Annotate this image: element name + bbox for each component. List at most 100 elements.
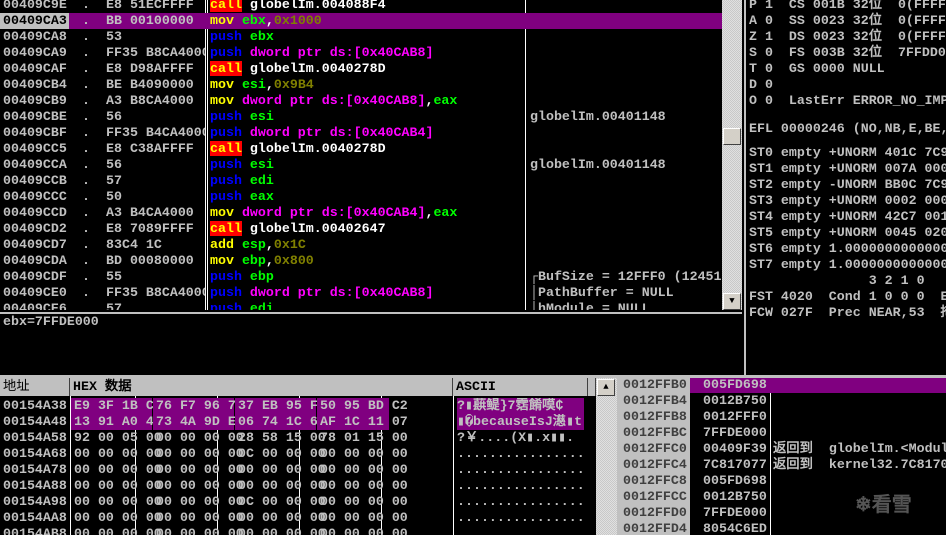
scrollbar-thumb[interactable] (723, 128, 741, 145)
dump-hex-group[interactable]: E9 3F 1B CB (71, 398, 162, 414)
dump-hex-group[interactable]: 50 95 BD C2 (317, 398, 408, 414)
dump-hex-group[interactable]: 00 00 00 00 (71, 494, 162, 510)
disasm-row[interactable]: 00409CC5. E8 C38AFFFF call globelIm.004027… (0, 141, 722, 157)
dump-hex-group[interactable]: 00 00 00 00 (235, 526, 326, 535)
register-line[interactable]: T 0 GS 0000 NULL (749, 61, 885, 77)
dump-hex-group[interactable]: 00 00 00 00 (153, 510, 244, 526)
dump-address[interactable]: 00154AA8 (3, 510, 67, 526)
dump-ascii[interactable]: ................ (457, 446, 584, 462)
disasm-row[interactable]: 00409CE0. FF35 B8CA4000 push dword ptr ds:… (0, 285, 722, 301)
dump-hex-group[interactable]: 00 00 00 00 (317, 478, 408, 494)
register-line[interactable]: O 0 LastErr ERROR_NO_IMPERSONATION_TOKEN (749, 93, 946, 109)
disasm-row[interactable]: 00409CA8. 53 push ebx (0, 29, 722, 45)
dump-hex-group[interactable]: 76 F7 96 7D (153, 398, 244, 414)
fpu-line[interactable]: ST3 empty +UNORM 0002 000 (749, 193, 946, 209)
stack-value[interactable]: 00409F39 (703, 441, 767, 457)
dump-hex-group[interactable]: 00 00 00 00 (153, 430, 244, 446)
disasm-scrollbar[interactable]: ▼ (722, 0, 742, 310)
stack-address[interactable]: 0012FFD4 (623, 521, 687, 535)
dump-hex-group[interactable]: 00 00 00 00 (71, 526, 162, 535)
register-line[interactable]: D 0 (749, 77, 773, 93)
disasm-row[interactable]: 00409CD2. E8 7089FFFF call globelIm.004026… (0, 221, 722, 237)
register-line[interactable]: P 1 CS 001B 32位 0(FFFFFFFF) (749, 0, 946, 13)
dump-hex-group[interactable]: 73 4A 9D EB (153, 414, 244, 430)
stack-value[interactable]: 7C817077 (703, 457, 767, 473)
stack-address[interactable]: 0012FFB8 (623, 409, 687, 425)
stack-value[interactable]: 7FFDE000 (703, 505, 767, 521)
stack-address[interactable]: 0012FFB4 (623, 393, 687, 409)
fpu-line[interactable]: ST1 empty +UNORM 007A 000 (749, 161, 946, 177)
disasm-row[interactable]: 00409CB4. BE B4090000 mov esi,0x9B4 (0, 77, 722, 93)
disasm-row[interactable]: 00409CCA. 56 push esi globelIm.00401148 (0, 157, 722, 173)
dump-hex-group[interactable]: 0C 00 00 00 (235, 494, 326, 510)
scroll-down-arrow-icon[interactable]: ▼ (723, 293, 741, 310)
fpu-line[interactable]: FCW 027F Prec NEAR,53 掩 (749, 305, 946, 321)
disasm-row[interactable]: 00409CB9. A3 B8CA4000 mov dword ptr ds:[0x… (0, 93, 722, 109)
stack-value[interactable]: 0012B750 (703, 393, 767, 409)
stack-address[interactable]: 0012FFBC (623, 425, 687, 441)
fpu-line[interactable]: ST4 empty +UNORM 42C7 001 (749, 209, 946, 225)
fpu-line[interactable]: ST2 empty -UNORM BB0C 7C9 (749, 177, 946, 193)
dump-ascii[interactable]: ▮�becauseIsJ濨▮t▮o?▮▮ (457, 414, 584, 430)
stack-value[interactable]: 7FFDE000 (703, 425, 767, 441)
stack-pane[interactable]: 0012FFB0 005FD698 0012FFB4 0012B750 0012FFB8… (617, 378, 946, 535)
stack-value[interactable]: 0012B750 (703, 489, 767, 505)
stack-address[interactable]: 0012FFCC (623, 489, 687, 505)
dump-ascii[interactable]: ................ (457, 510, 584, 526)
dump-address[interactable]: 00154A78 (3, 462, 67, 478)
register-line[interactable]: S 0 FS 003B 32位 7FFDD000(FFF) (749, 45, 946, 61)
dump-hex-group[interactable]: 00 00 00 00 (153, 494, 244, 510)
dump-address[interactable]: 00154A88 (3, 478, 67, 494)
disassembly-pane[interactable]: 00409C9E. E8 51ECFFFF call globelIm.004088… (0, 0, 722, 310)
dump-hex-group[interactable]: 00 00 00 00 (235, 478, 326, 494)
dump-hex-group[interactable]: 00 00 00 00 (317, 510, 408, 526)
dump-ascii[interactable]: ?▮蕻鳀}7霑餚嗼₵ (457, 398, 584, 414)
dump-header-ascii[interactable]: ASCII (453, 378, 588, 396)
fpu-line[interactable]: ST5 empty +UNORM 0045 020 (749, 225, 946, 241)
dump-hex-group[interactable]: 0C 00 00 00 (235, 446, 326, 462)
dump-ascii[interactable]: ?￥....(X▮.x▮▮. (457, 430, 584, 446)
dump-hex-group[interactable]: 00 00 00 00 (317, 462, 408, 478)
disasm-row[interactable]: 00409CBF. FF35 B4CA4000 push dword ptr ds:… (0, 125, 722, 141)
dump-hex-group[interactable]: 00 00 00 00 (317, 446, 408, 462)
dump-hex-group[interactable]: 92 00 05 00 (71, 430, 162, 446)
dump-hex-group[interactable]: 00 00 00 00 (235, 462, 326, 478)
disasm-row[interactable]: 00409CCB. 57 push edi (0, 173, 722, 189)
disasm-row[interactable]: 00409CCC. 50 push eax (0, 189, 722, 205)
dump-address[interactable]: 00154AB8 (3, 526, 67, 535)
fpu-line[interactable]: ST7 empty 1.0000000000000 (749, 257, 946, 273)
disasm-row[interactable]: 00409CE6. 57 push edi │hModule = NULL (0, 301, 722, 310)
disasm-row[interactable]: 00409CD7. 83C4 1C add esp,0x1C (0, 237, 722, 253)
dump-hex-group[interactable]: 00 00 00 00 (71, 510, 162, 526)
stack-address[interactable]: 0012FFC0 (623, 441, 687, 457)
dump-hex-group[interactable]: 28 58 15 00 (235, 430, 326, 446)
disasm-row[interactable]: 00409CDF. 55 push ebp ┌BufSize = 12FFF0 (12… (0, 269, 722, 285)
dump-hex-group[interactable]: 00 00 00 00 (71, 446, 162, 462)
stack-address[interactable]: 0012FFC8 (623, 473, 687, 489)
stack-value[interactable]: 0012FFF0 (703, 409, 767, 425)
stack-value[interactable]: 005FD698 (703, 378, 767, 393)
registers-pane[interactable]: P 1 CS 001B 32位 0(FFFFFFFF)A 0 SS 0023 3… (744, 0, 946, 375)
dump-hex-group[interactable]: AF 1C 11 07 (317, 414, 408, 430)
dump-hex-group[interactable]: 00 00 00 00 (153, 478, 244, 494)
fpu-line[interactable]: ST0 empty +UNORM 401C 7C9 (749, 145, 946, 161)
fpu-line[interactable]: FST 4020 Cond 1 0 0 0 E (749, 289, 946, 305)
disasm-row[interactable]: 00409C9E. E8 51ECFFFF call globelIm.004088… (0, 0, 722, 13)
dump-hex-group[interactable]: 13 91 A0 49 (71, 414, 162, 430)
memory-dump-pane[interactable]: 地址 HEX 数据 ASCII 00154A38 E9 3F 1B CB 76 F7… (0, 378, 596, 535)
disasm-row[interactable]: 00409CA9. FF35 B8CA4000 push dword ptr ds:… (0, 45, 722, 61)
disasm-row[interactable]: 00409CBE. 56 push esi globelIm.00401148 (0, 109, 722, 125)
disasm-row[interactable]: 00409CA3. BB 00100000 mov ebx,0x1000 (0, 13, 722, 29)
dump-hex-group[interactable]: 00 00 00 00 (71, 462, 162, 478)
stack-value[interactable]: 005FD698 (703, 473, 767, 489)
dump-address[interactable]: 00154A38 (3, 398, 67, 414)
stack-address[interactable]: 0012FFB0 (623, 378, 687, 393)
dump-address[interactable]: 00154A48 (3, 414, 67, 430)
dump-hex-group[interactable]: 00 00 00 00 (153, 526, 244, 535)
dump-hex-group[interactable]: 06 74 1C 6F (235, 414, 326, 430)
dump-hex-group[interactable]: 78 01 15 00 (317, 430, 408, 446)
stack-address[interactable]: 0012FFC4 (623, 457, 687, 473)
dump-address[interactable]: 00154A58 (3, 430, 67, 446)
dump-ascii[interactable]: ................ (457, 494, 584, 510)
dump-ascii[interactable]: ................ (457, 462, 584, 478)
